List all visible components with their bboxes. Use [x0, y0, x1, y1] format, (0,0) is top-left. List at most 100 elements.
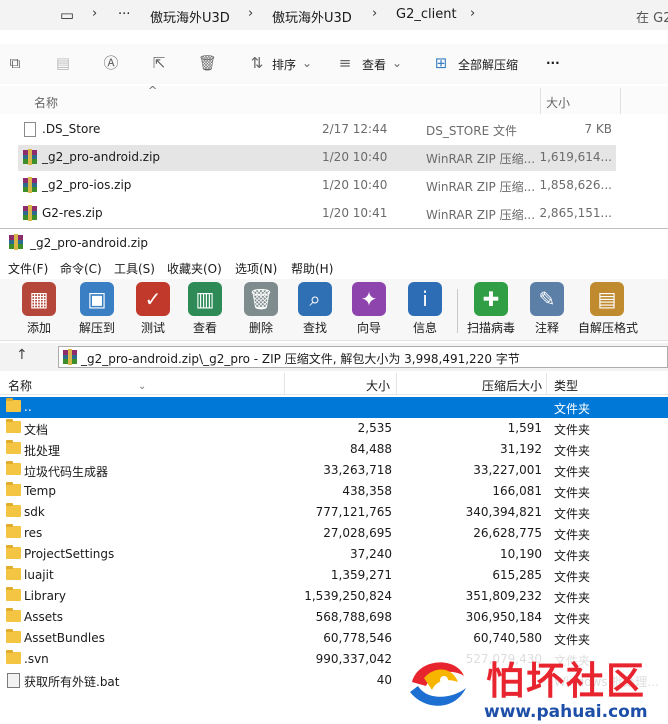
- add-icon: ▦: [22, 282, 56, 316]
- column-divider[interactable]: [546, 373, 547, 395]
- toolbar-button-sfx[interactable]: ▤ 自解压格式: [578, 282, 639, 338]
- column-divider[interactable]: [540, 88, 541, 114]
- archive-file-row[interactable]: Library 1,539,250,824 351,809,232 文件夹: [0, 586, 668, 607]
- folder-icon: [6, 608, 21, 622]
- menu-help[interactable]: 帮助(H): [291, 260, 333, 277]
- menu-command[interactable]: 命令(C): [60, 260, 102, 277]
- archive-file-row[interactable]: sdk 777,121,765 340,394,821 文件夹: [0, 502, 668, 523]
- file-size: 1,619,614...: [539, 150, 612, 164]
- column-divider[interactable]: [396, 373, 397, 395]
- archive-file-row[interactable]: 文档 2,535 1,591 文件夹: [0, 418, 668, 439]
- chevron-down-icon: ⌄: [392, 56, 403, 70]
- file-type: 文件夹: [554, 591, 591, 605]
- toolbar-button-find[interactable]: ⌕ 查找: [286, 282, 344, 338]
- toolbar-button-test[interactable]: ✓ 测试: [124, 282, 182, 338]
- archive-file-row[interactable]: ProjectSettings 37,240 10,190 文件夹: [0, 544, 668, 565]
- explorer-file-row[interactable]: _g2_pro-android.zip 1/20 10:40 WinRAR ZIP …: [0, 145, 668, 171]
- folder-icon: [6, 503, 21, 517]
- archive-file-row[interactable]: luajit 1,359,271 615,285 文件夹: [0, 565, 668, 586]
- column-divider[interactable]: [284, 373, 285, 395]
- toolbar-button-label: 测试: [140, 321, 165, 335]
- path-input[interactable]: _g2_pro-android.zip\_g2_pro - ZIP 压缩文件, …: [58, 346, 668, 368]
- toolbar-button-info[interactable]: i 信息: [396, 282, 454, 338]
- info-icon: i: [408, 282, 442, 316]
- file-type: 文件夹: [554, 570, 591, 584]
- file-name: 垃圾代码生成器: [24, 465, 109, 479]
- toolbar-button-scan-virus[interactable]: ✚ 扫描病毒: [462, 282, 520, 338]
- archive-file-row[interactable]: Assets 568,788,698 306,950,184 文件夹: [0, 607, 668, 628]
- delete-icon[interactable]: 🗑: [198, 54, 217, 72]
- explorer-file-row[interactable]: _g2_pro-ios.zip 1/20 10:40 WinRAR ZIP 压缩..…: [0, 173, 668, 199]
- view-button[interactable]: 查看: [362, 56, 386, 73]
- archive-file-row[interactable]: 批处理 84,488 31,192 文件夹: [0, 439, 668, 460]
- toolbar-button-label: 自解压格式: [578, 321, 639, 335]
- up-arrow-icon[interactable]: ↑: [16, 347, 28, 363]
- file-type: 文件夹: [554, 423, 591, 437]
- toolbar-button-extract-to[interactable]: ▣ 解压到: [68, 282, 126, 338]
- winrar-title-bar: _g2_pro-android.zip: [0, 229, 668, 257]
- search-box-hint[interactable]: 在 G2: [636, 7, 668, 26]
- sort-up-icon: ^: [148, 84, 158, 97]
- archive-file-row[interactable]: Temp 438,358 166,081 文件夹: [0, 481, 668, 502]
- watermark-logo: [410, 662, 466, 706]
- sort-button[interactable]: 排序: [272, 56, 296, 73]
- menu-tools[interactable]: 工具(S): [114, 260, 155, 277]
- column-name[interactable]: 名称: [8, 377, 32, 394]
- explorer-file-row[interactable]: G2-res.zip 1/20 10:41 WinRAR ZIP 压缩... 2,86…: [0, 201, 668, 227]
- folder-icon: [6, 629, 21, 643]
- toolbar-button-delete[interactable]: 🗑 删除: [232, 282, 290, 338]
- copy-icon[interactable]: ⧉: [6, 54, 24, 72]
- archive-file-row[interactable]: AssetBundles 60,778,546 60,740,580 文件夹: [0, 628, 668, 649]
- file-size: 1,359,271: [330, 568, 392, 582]
- file-packed-size: 33,227,001: [473, 463, 542, 477]
- more-options-button[interactable]: ···: [546, 56, 560, 70]
- toolbar-button-add[interactable]: ▦ 添加: [10, 282, 68, 338]
- test-icon: ✓: [136, 282, 170, 316]
- file-size: 84,488: [350, 442, 392, 456]
- menu-file[interactable]: 文件(F): [8, 260, 48, 277]
- toolbar-button-view[interactable]: ▥ 查看: [176, 282, 234, 338]
- file-name: 批处理: [24, 444, 61, 458]
- breadcrumb-item[interactable]: 傲玩海外U3D: [150, 7, 230, 26]
- share-icon[interactable]: ⇱: [150, 54, 168, 72]
- file-size: 2,535: [357, 421, 392, 435]
- zip-archive-icon: [23, 205, 37, 221]
- toolbar-button-comment[interactable]: ✎ 注释: [518, 282, 576, 338]
- file-size: 568,788,698: [315, 610, 392, 624]
- column-size[interactable]: 大小: [546, 94, 570, 111]
- column-packed-size[interactable]: 压缩后大小: [482, 377, 542, 394]
- breadcrumb-more[interactable]: ···: [118, 7, 130, 22]
- explorer-file-row[interactable]: .DS_Store 2/17 12:44 DS_STORE 文件 7 KB: [0, 117, 668, 143]
- file-packed-size: 60,740,580: [473, 631, 542, 645]
- folder-icon: [6, 650, 21, 664]
- column-size[interactable]: 大小: [366, 377, 390, 394]
- file-size: 33,263,718: [323, 463, 392, 477]
- column-name[interactable]: 名称: [34, 94, 58, 111]
- toolbar-button-label: 解压到: [78, 321, 115, 335]
- toolbar-button-wizard[interactable]: ✦ 向导: [340, 282, 398, 338]
- file-packed-size: 1,591: [507, 421, 542, 435]
- column-divider[interactable]: [620, 88, 621, 114]
- archive-file-list: .. 文件夹 文档 2,535 1,591 文件夹 批处理 84,488 31,192 文件夹 垃圾…: [0, 397, 668, 691]
- file-name: ProjectSettings: [24, 547, 115, 561]
- archive-file-row[interactable]: res 27,028,695 26,628,775 文件夹: [0, 523, 668, 544]
- menu-options[interactable]: 选项(N): [235, 260, 277, 277]
- file-type: 文件夹: [554, 528, 591, 542]
- archive-file-row[interactable]: 垃圾代码生成器 33,263,718 33,227,001 文件夹: [0, 460, 668, 481]
- monitor-icon[interactable]: ▭: [58, 6, 76, 24]
- file-name: _g2_pro-android.zip: [42, 150, 161, 164]
- file-type: 文件夹: [554, 549, 591, 563]
- view-icon: ≡: [338, 54, 352, 72]
- rename-icon[interactable]: Ⓐ: [102, 54, 120, 72]
- zip-archive-icon: [23, 149, 37, 165]
- column-type[interactable]: 类型: [554, 377, 578, 394]
- paste-icon[interactable]: ▤: [54, 54, 72, 72]
- extract-all-button[interactable]: 全部解压缩: [458, 56, 518, 73]
- archive-file-row[interactable]: .. 文件夹: [0, 397, 668, 418]
- breadcrumb-item[interactable]: G2_client: [396, 7, 457, 22]
- menu-favorites[interactable]: 收藏夹(O): [167, 260, 222, 277]
- file-name: .svn: [24, 652, 49, 666]
- explorer-address-bar: ▭ › ··· 傲玩海外U3D › 傲玩海外U3D › G2_client › …: [0, 0, 668, 30]
- breadcrumb-item[interactable]: 傲玩海外U3D: [272, 7, 352, 26]
- file-name: Library: [24, 589, 66, 603]
